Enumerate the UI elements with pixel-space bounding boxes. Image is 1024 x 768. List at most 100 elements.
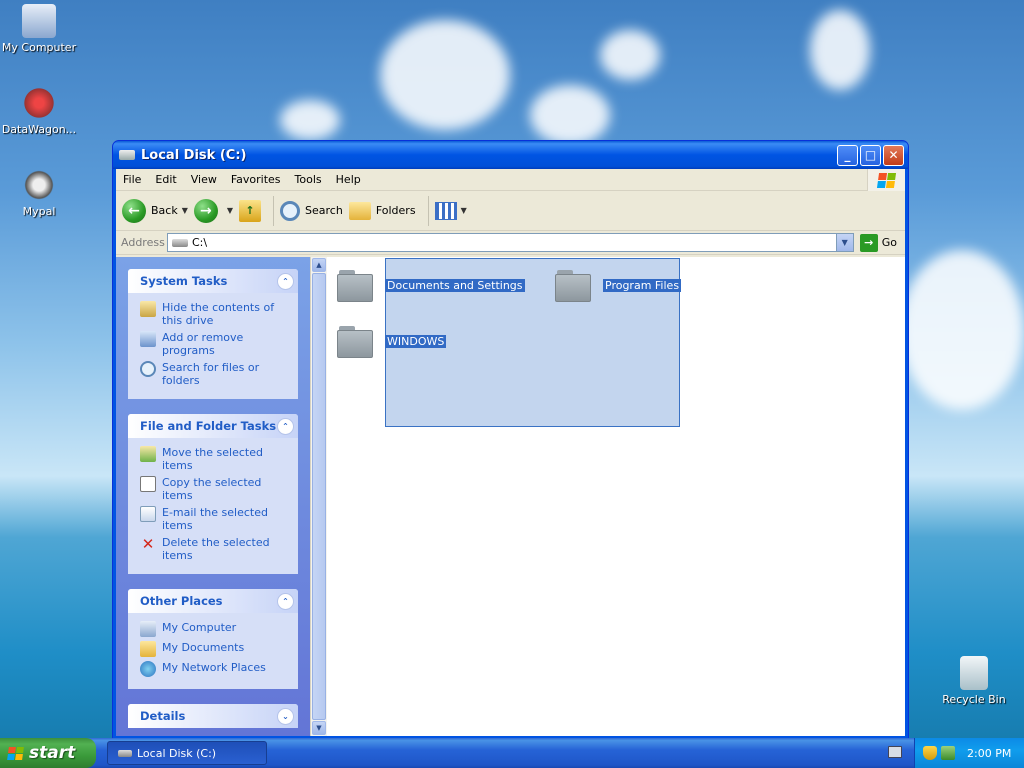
drive-icon bbox=[172, 238, 188, 247]
desktop-icon-recycle-bin[interactable]: Recycle Bin bbox=[934, 656, 1014, 706]
task-search-files[interactable]: Search for files or folders bbox=[140, 361, 290, 387]
task-copy-selected[interactable]: Copy the selected items bbox=[140, 476, 290, 502]
folder-item[interactable]: WINDOWS bbox=[337, 324, 447, 358]
views-dropdown-icon[interactable]: ▼ bbox=[461, 206, 467, 215]
folder-icon bbox=[555, 268, 593, 302]
toolbar-separator bbox=[427, 195, 429, 226]
cloud bbox=[900, 250, 1024, 410]
system-tray: 2:00 PM bbox=[914, 738, 1024, 768]
address-label: Address bbox=[121, 236, 165, 249]
folder-item[interactable]: Program Files bbox=[555, 268, 682, 302]
search-button[interactable]: Search bbox=[280, 200, 343, 221]
cloud bbox=[530, 85, 610, 145]
start-label: start bbox=[29, 743, 76, 763]
explorer-window: Local Disk (C:) _ □ ✕ File Edit View Fav… bbox=[112, 140, 909, 740]
place-my-documents[interactable]: My Documents bbox=[140, 641, 290, 657]
place-my-computer[interactable]: My Computer bbox=[140, 621, 290, 637]
documents-icon bbox=[140, 641, 156, 657]
datawagon-icon bbox=[22, 86, 56, 120]
task-email-selected[interactable]: E-mail the selected items bbox=[140, 506, 290, 532]
address-value: C:\ bbox=[192, 236, 208, 249]
collapse-icon[interactable]: ⌃ bbox=[277, 272, 294, 290]
title-bar[interactable]: Local Disk (C:) _ □ ✕ bbox=[113, 141, 908, 169]
desktop-icon-datawagon[interactable]: DataWagon... bbox=[0, 86, 79, 136]
network-icon[interactable] bbox=[941, 746, 955, 760]
menu-bar: File Edit View Favorites Tools Help bbox=[116, 169, 905, 191]
minimize-button[interactable]: _ bbox=[837, 144, 858, 166]
other-places-panel: Other Places ⌃ My Computer My Documents bbox=[128, 589, 298, 689]
task-pane-scrollbar[interactable]: ▲ ▼ bbox=[310, 257, 327, 736]
place-label: My Network Places bbox=[162, 661, 266, 674]
file-folder-tasks-panel: File and Folder Tasks ⌃ Move the selecte… bbox=[128, 414, 298, 574]
menu-help[interactable]: Help bbox=[329, 173, 368, 186]
taskbar-button-label: Local Disk (C:) bbox=[137, 746, 217, 760]
expand-icon[interactable]: ⌄ bbox=[277, 707, 294, 725]
go-label: Go bbox=[881, 236, 897, 249]
menu-view[interactable]: View bbox=[184, 173, 224, 186]
task-hide-drive-contents[interactable]: Hide the contents of this drive bbox=[140, 301, 290, 327]
forward-button[interactable]: → ▼ bbox=[193, 198, 233, 223]
folders-label: Folders bbox=[375, 204, 416, 217]
desktop-icon-mypal[interactable]: Mypal bbox=[0, 168, 79, 218]
collapse-icon[interactable]: ⌃ bbox=[277, 592, 294, 610]
back-label: Back bbox=[151, 204, 178, 217]
up-folder-button[interactable]: ↑ bbox=[239, 199, 262, 222]
system-tasks-header[interactable]: System Tasks ⌃ bbox=[128, 269, 298, 293]
taskbar: start Local Disk (C:) 2:00 PM bbox=[0, 738, 1024, 768]
back-dropdown-icon[interactable]: ▼ bbox=[182, 206, 188, 215]
folder-view[interactable]: Documents and Settings Program Files WIN… bbox=[327, 257, 905, 736]
folder-item[interactable]: Documents and Settings bbox=[337, 268, 525, 302]
back-button[interactable]: ← Back ▼ bbox=[122, 198, 188, 223]
system-tasks-panel: System Tasks ⌃ Hide the contents of this… bbox=[128, 269, 298, 399]
copy-icon bbox=[140, 476, 156, 492]
file-folder-tasks-header[interactable]: File and Folder Tasks ⌃ bbox=[128, 414, 298, 438]
details-header[interactable]: Details ⌄ bbox=[128, 704, 298, 728]
maximize-button[interactable]: □ bbox=[860, 144, 881, 166]
menu-file[interactable]: File bbox=[116, 173, 148, 186]
menu-favorites[interactable]: Favorites bbox=[224, 173, 288, 186]
scroll-down-icon[interactable]: ▼ bbox=[312, 721, 326, 735]
cloud bbox=[600, 30, 660, 80]
go-button[interactable]: → Go bbox=[859, 233, 897, 252]
move-icon bbox=[140, 446, 156, 462]
collapse-icon[interactable]: ⌃ bbox=[277, 417, 294, 435]
place-my-network-places[interactable]: My Network Places bbox=[140, 661, 290, 677]
cloud bbox=[810, 10, 870, 90]
cloud bbox=[280, 100, 340, 140]
task-label: Delete the selected items bbox=[162, 536, 270, 562]
task-delete-selected[interactable]: ✕ Delete the selected items bbox=[140, 536, 290, 562]
security-shield-icon[interactable] bbox=[923, 746, 937, 760]
menu-tools[interactable]: Tools bbox=[288, 173, 329, 186]
details-panel: Details ⌄ bbox=[128, 704, 298, 728]
windows-flag-icon bbox=[7, 746, 24, 760]
task-move-selected[interactable]: Move the selected items bbox=[140, 446, 290, 472]
task-pane: System Tasks ⌃ Hide the contents of this… bbox=[116, 257, 310, 736]
recycle-bin-icon bbox=[960, 656, 988, 690]
toolbar: ← Back ▼ → ▼ ↑ Search Folders ▼ bbox=[116, 191, 905, 231]
scroll-up-icon[interactable]: ▲ bbox=[312, 258, 326, 272]
go-arrow-icon: → bbox=[859, 233, 878, 252]
back-arrow-icon: ← bbox=[122, 198, 146, 223]
cloud bbox=[380, 20, 510, 130]
task-label: Hide the contents of this drive bbox=[162, 301, 275, 327]
folders-button[interactable]: Folders bbox=[348, 201, 416, 220]
task-label: Copy the selected items bbox=[162, 476, 262, 502]
search-label: Search bbox=[305, 204, 343, 217]
menu-edit[interactable]: Edit bbox=[148, 173, 183, 186]
forward-dropdown-icon[interactable]: ▼ bbox=[227, 206, 233, 215]
windows-logo-icon bbox=[867, 169, 905, 191]
address-dropdown-icon[interactable]: ▼ bbox=[835, 234, 853, 251]
other-places-header[interactable]: Other Places ⌃ bbox=[128, 589, 298, 613]
close-button[interactable]: ✕ bbox=[883, 144, 904, 166]
keyboard-icon[interactable] bbox=[888, 746, 902, 758]
address-field[interactable]: C:\ ▼ bbox=[167, 233, 854, 252]
taskbar-button-local-disk[interactable]: Local Disk (C:) bbox=[107, 741, 267, 765]
scroll-thumb[interactable] bbox=[312, 273, 326, 720]
task-add-remove-programs[interactable]: Add or remove programs bbox=[140, 331, 290, 357]
place-label: My Computer bbox=[162, 621, 237, 634]
start-button[interactable]: start bbox=[0, 738, 96, 768]
clock[interactable]: 2:00 PM bbox=[967, 747, 1011, 760]
views-button[interactable]: ▼ bbox=[434, 201, 467, 220]
desktop-icon-my-computer[interactable]: My Computer bbox=[0, 4, 79, 54]
folder-name: WINDOWS bbox=[385, 334, 447, 348]
